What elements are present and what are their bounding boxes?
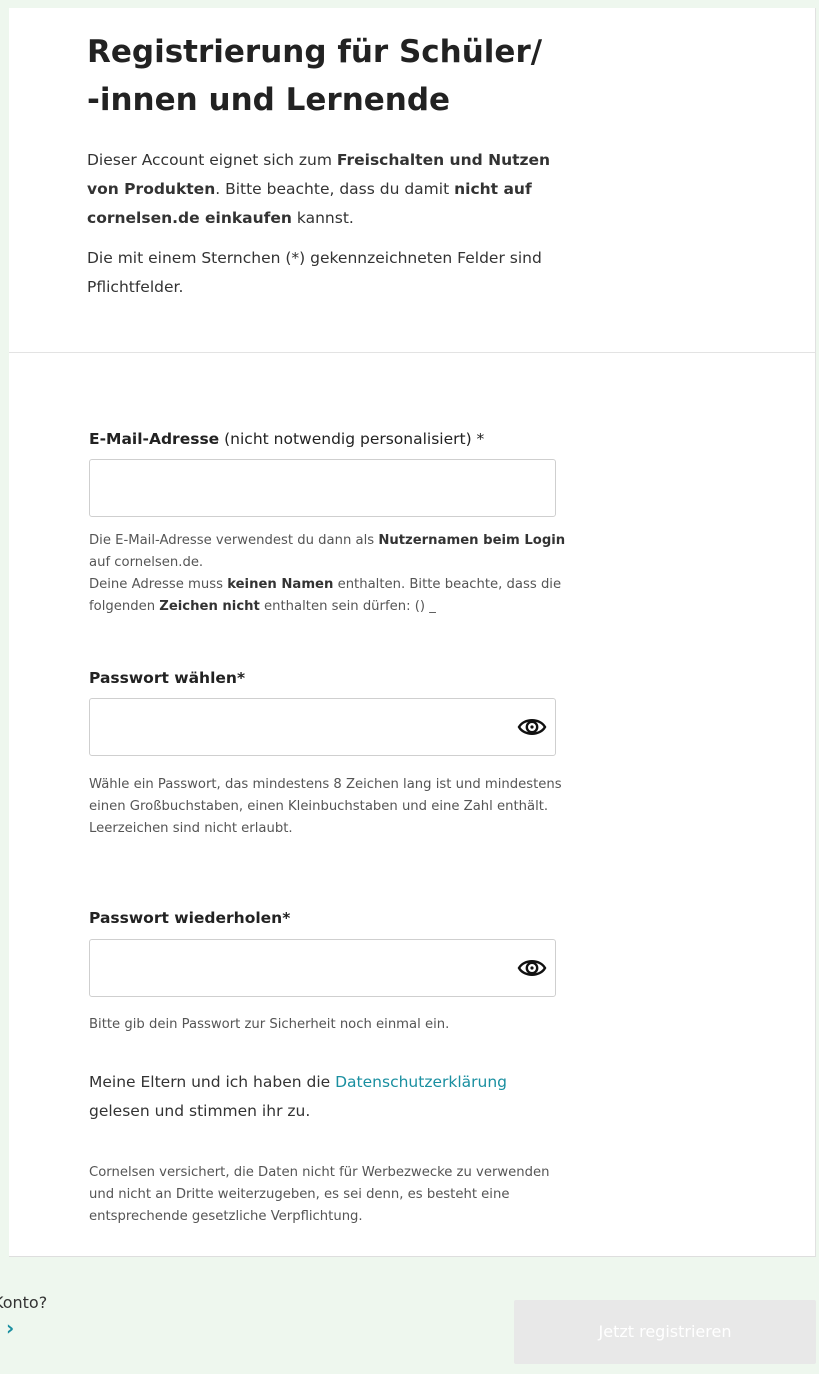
intro-text: Dieser Account eignet sich zum Freischal…	[87, 146, 577, 233]
email-help-part: auf cornelsen.de.	[89, 555, 204, 570]
consent-text: Meine Eltern und ich haben die Datenschu…	[89, 1068, 569, 1126]
email-field[interactable]	[90, 460, 555, 516]
email-help-part: Die E-Mail-Adresse verwendest du dann al…	[89, 533, 379, 548]
password-field[interactable]	[90, 699, 555, 755]
email-help-bold: Nutzernamen beim Login	[378, 533, 566, 548]
email-label-bold: E-Mail-Adresse	[89, 430, 220, 448]
consent-part: Meine Eltern und ich haben die	[89, 1073, 336, 1091]
email-help-bold: keinen Namen	[227, 577, 334, 592]
privacy-policy-link[interactable]: Datenschutzerklärung	[335, 1073, 507, 1091]
email-field-wrapper	[89, 459, 556, 517]
email-help-part: Deine Adresse muss	[89, 577, 228, 592]
chevron-right-icon[interactable]: ›	[6, 1316, 30, 1340]
password-help-text: Wähle ein Passwort, das mindestens 8 Zei…	[89, 777, 562, 836]
intro-part: Dieser Account eignet sich zum	[87, 151, 337, 169]
password-repeat-help-text: Bitte gib dein Passwort zur Sicherheit n…	[89, 1017, 450, 1032]
email-help-part: enthalten sein dürfen: () _	[259, 599, 436, 614]
email-help-text: Die E-Mail-Adresse verwendest du dann al…	[89, 530, 569, 618]
registration-header: Registrierung für Schüler/ -innen und Le…	[9, 8, 815, 353]
registration-card: Registrierung für Schüler/ -innen und Le…	[9, 8, 816, 1257]
password-repeat-label: Passwort wiederholen*	[89, 909, 291, 927]
title-line-2: -innen und Lernende	[87, 82, 451, 118]
existing-account-text: Konto?	[0, 1293, 48, 1312]
register-button[interactable]: Jetzt registrieren	[514, 1300, 816, 1364]
consent-part: gelesen und stimmen ihr zu.	[89, 1102, 311, 1120]
page-title: Registrierung für Schüler/ -innen und Le…	[87, 28, 647, 124]
email-label: E-Mail-Adresse (nicht notwendig personal…	[89, 428, 484, 450]
eye-icon[interactable]	[517, 955, 547, 981]
password-repeat-field[interactable]	[90, 940, 555, 996]
eye-icon[interactable]	[517, 714, 547, 740]
password-repeat-field-wrapper	[89, 939, 556, 997]
password-field-wrapper	[89, 698, 556, 756]
intro-part: . Bitte beachte, dass du damit	[215, 180, 455, 198]
title-line-1: Registrierung für Schüler/	[87, 34, 543, 70]
data-disclaimer: Cornelsen versichert, die Daten nicht fü…	[89, 1165, 550, 1224]
email-label-rest: (nicht notwendig personalisiert) *	[219, 430, 485, 448]
intro-part: kannst.	[291, 209, 354, 227]
password-label: Passwort wählen*	[89, 669, 246, 687]
required-fields-note: Die mit einem Sternchen (*) gekennzeichn…	[87, 249, 542, 296]
email-help-bold: Zeichen nicht	[159, 599, 260, 614]
